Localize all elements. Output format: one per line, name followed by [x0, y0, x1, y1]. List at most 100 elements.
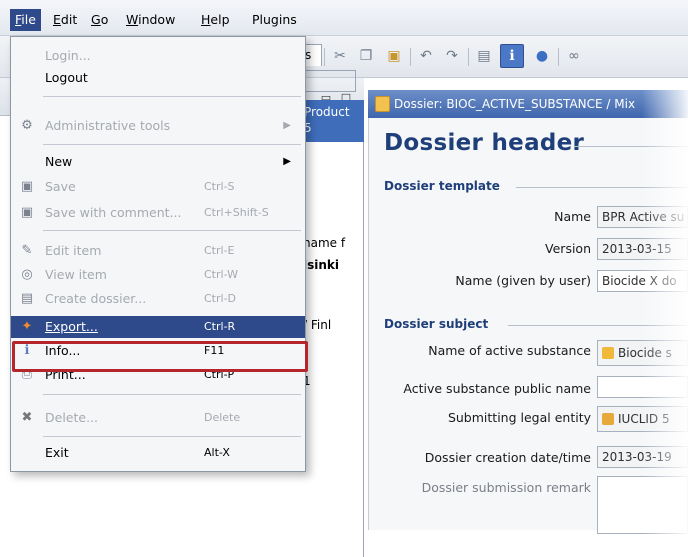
submitting-legal-entity-field[interactable]: IUCLID 5 — [597, 406, 688, 432]
dossier-icon — [375, 96, 390, 112]
toolbar-separator — [468, 48, 469, 66]
menu-item-shortcut: Ctrl-E — [204, 244, 235, 257]
navigation-row-text[interactable]: lsinki — [303, 258, 363, 272]
navigation-header-line1: Product — [304, 105, 350, 119]
menu-item-label: Logout — [45, 70, 88, 85]
save-icon: ▣ — [20, 179, 34, 194]
menu-separator — [43, 436, 301, 437]
menu-item-save-with-comment[interactable]: ▣ Save with comment... Ctrl+Shift-S — [11, 202, 305, 224]
undo-icon[interactable]: ↶ — [416, 46, 436, 66]
admin-tools-icon: ⚙ — [21, 118, 33, 133]
dossier-submission-remark-label: Dossier submission remark — [421, 480, 591, 495]
toolbar-separator — [324, 48, 325, 66]
menu-item-label: Save with comment... — [45, 205, 182, 220]
dossier-subject-section: Dossier subject — [384, 317, 489, 331]
cut-icon[interactable]: ✂ — [330, 46, 350, 66]
paste-icon[interactable]: ▣ — [384, 46, 404, 66]
menu-item-delete[interactable]: ✖ Delete... Delete — [11, 407, 305, 429]
menu-separator — [43, 96, 301, 97]
menu-go-rest: o — [100, 12, 109, 27]
menu-help[interactable]: Help — [196, 9, 235, 31]
menu-item-save[interactable]: ▣ Save Ctrl-S — [11, 176, 305, 198]
link-icon[interactable]: ∞ — [564, 46, 584, 66]
menu-item-shortcut: Delete — [204, 411, 241, 424]
menu-item-label: New — [45, 154, 73, 169]
menu-separator — [43, 394, 301, 395]
navigation-column-label: name f — [303, 236, 346, 250]
save-comment-icon: ▣ — [20, 205, 34, 220]
menu-help-mnemonic: H — [201, 12, 211, 27]
menu-item-label: Export... — [45, 319, 98, 334]
menu-item-shortcut: Alt-X — [204, 446, 230, 459]
name-field[interactable]: BPR Active su — [597, 206, 688, 228]
dossier-submission-remark-field[interactable] — [597, 476, 688, 534]
menu-go-mnemonic: G — [91, 12, 101, 27]
menu-item-shortcut: Ctrl-W — [204, 268, 238, 281]
dossier-creation-date-field[interactable]: 2013-03-19 — [597, 446, 688, 468]
menu-separator — [43, 144, 301, 145]
menu-item-shortcut: Ctrl-R — [204, 320, 236, 333]
substance-icon — [602, 347, 614, 359]
menu-plugins[interactable]: Plugins — [247, 9, 302, 31]
navigation-header-line2: 5 — [304, 121, 312, 135]
menu-item-label: Delete... — [45, 410, 98, 425]
menu-item-shortcut: Ctrl-D — [204, 292, 237, 305]
menu-item-label: Login... — [45, 48, 91, 63]
menu-file[interactable]: File — [10, 9, 41, 31]
navigation-row-text: 1 — [303, 374, 311, 388]
export-icon: ✦ — [21, 319, 33, 334]
name-given-by-user-field[interactable]: Biocide X do — [597, 270, 688, 292]
menu-item-new[interactable]: New ▶ — [11, 151, 305, 173]
menu-item-exit[interactable]: Exit Alt-X — [11, 442, 305, 464]
active-substance-name-label: Name of active substance — [428, 343, 591, 358]
active-substance-name-field[interactable]: Biocide s — [597, 340, 688, 366]
menu-edit[interactable]: Edit — [48, 9, 82, 31]
menu-item-view-item[interactable]: ◎ View item Ctrl-W — [11, 264, 305, 286]
divider — [516, 187, 688, 188]
delete-icon: ✖ — [21, 410, 33, 425]
menu-edit-rest: dit — [60, 12, 78, 27]
info-toggle-icon[interactable]: ℹ — [500, 44, 524, 68]
menu-item-label: Save — [45, 179, 76, 194]
menu-item-label: Create dossier... — [45, 291, 147, 306]
menu-window[interactable]: Window — [121, 9, 180, 31]
create-dossier-icon: ▤ — [20, 291, 34, 306]
menu-edit-mnemonic: E — [53, 12, 61, 27]
redo-icon[interactable]: ↷ — [442, 46, 462, 66]
divider — [508, 325, 688, 326]
export-highlight-box — [12, 341, 308, 372]
help-icon[interactable]: ● — [532, 46, 552, 66]
submitting-legal-entity-label: Submitting legal entity — [447, 410, 591, 425]
menu-file-rest: ile — [21, 12, 36, 27]
dossier-creation-date-label: Dossier creation date/time — [424, 450, 591, 465]
edit-icon: ✎ — [21, 243, 33, 258]
menu-item-label: View item — [45, 267, 107, 282]
version-field[interactable]: 2013-03-15 — [597, 238, 688, 260]
menu-window-rest: indow — [138, 12, 176, 27]
toolbar-separator — [410, 48, 411, 66]
menu-item-edit-item[interactable]: ✎ Edit item Ctrl-E — [11, 240, 305, 262]
menu-item-administrative-tools[interactable]: ⚙ Administrative tools ▶ — [11, 115, 305, 137]
active-substance-public-name-field[interactable] — [597, 376, 688, 398]
menu-window-mnemonic: W — [126, 12, 139, 27]
active-substance-name-value: Biocide s — [618, 346, 672, 360]
menu-item-logout[interactable]: Logout — [11, 67, 305, 89]
dossier-editor-tab[interactable]: Dossier: BIOC_ACTIVE_SUBSTANCE / Mix — [368, 90, 688, 118]
dossier-template-section: Dossier template — [384, 179, 500, 193]
menu-item-login[interactable]: Login... — [11, 45, 305, 67]
menu-item-label: Edit item — [45, 243, 102, 258]
navigation-search-input[interactable] — [300, 70, 356, 92]
version-label: Version — [545, 241, 591, 256]
menu-help-rest: elp — [210, 12, 230, 27]
navigation-row-text[interactable]: / Finl — [303, 318, 363, 332]
document-icon[interactable]: ▤ — [474, 46, 494, 66]
menu-item-create-dossier[interactable]: ▤ Create dossier... Ctrl-D — [11, 288, 305, 310]
copy-icon[interactable]: ❐ — [356, 46, 376, 66]
submenu-arrow-icon: ▶ — [283, 120, 291, 131]
menu-go[interactable]: Go — [86, 9, 113, 31]
menu-separator — [43, 230, 301, 231]
menu-item-export[interactable]: ✦ Export... Ctrl-R — [11, 316, 305, 338]
toolbar-separator — [558, 48, 559, 66]
navigation-table-header: Product 5 — [300, 100, 364, 142]
menu-item-shortcut: Ctrl+Shift-S — [204, 206, 269, 219]
